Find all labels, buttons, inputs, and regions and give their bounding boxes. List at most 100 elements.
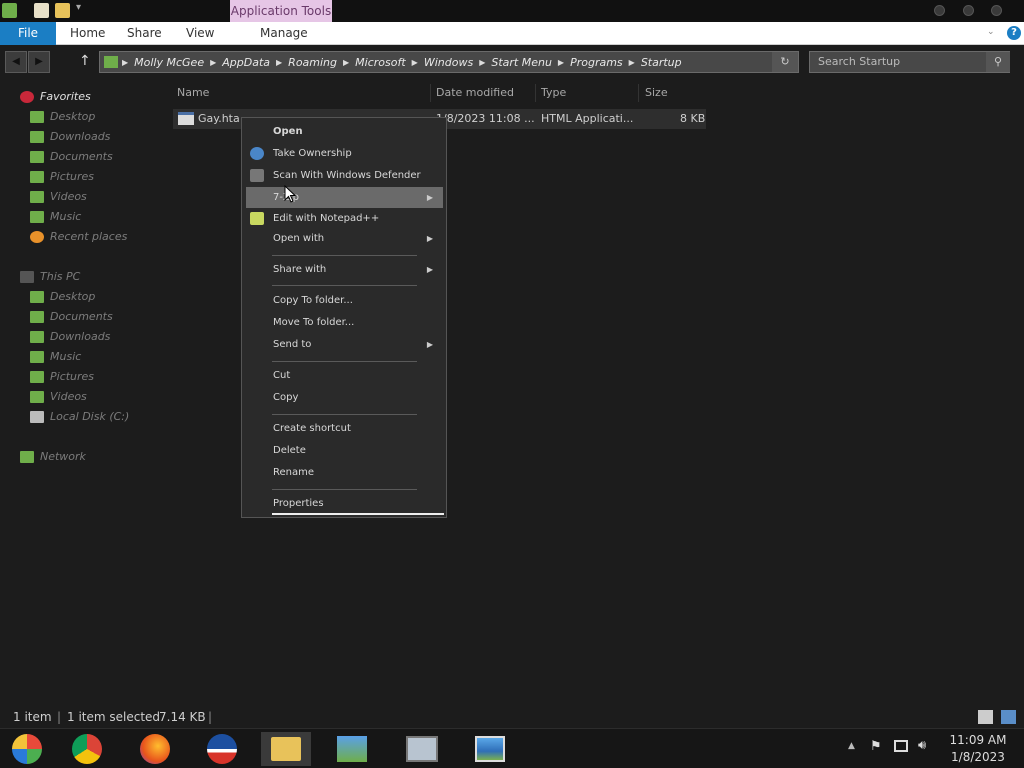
breadcrumb-item[interactable]: Start Menu bbox=[491, 56, 552, 69]
large-icons-view-icon[interactable] bbox=[1001, 710, 1016, 724]
people-icon bbox=[337, 736, 367, 762]
breadcrumb-separator: ▶ bbox=[557, 57, 565, 67]
expand-ribbon-icon[interactable]: ⌄ bbox=[987, 27, 995, 37]
downloads-icon bbox=[30, 131, 44, 143]
refresh-icon[interactable]: ↻ bbox=[772, 52, 798, 72]
recent-places-icon bbox=[30, 231, 44, 243]
status-size: 7.14 KB bbox=[159, 710, 206, 724]
details-view-icon[interactable] bbox=[978, 710, 993, 724]
system-clock[interactable]: 11:09 AM 1/8/2023 bbox=[942, 732, 1014, 766]
file-size: 8 KB bbox=[680, 112, 706, 125]
drive-icon bbox=[30, 411, 44, 423]
menu-item-create-shortcut[interactable]: Create shortcut bbox=[246, 418, 443, 439]
videos-icon bbox=[30, 391, 44, 403]
breadcrumb-item[interactable]: Windows bbox=[424, 56, 473, 69]
breadcrumb-separator: ▶ bbox=[210, 57, 217, 67]
status-item-count: 1 item bbox=[13, 710, 52, 724]
menu-item-share-with[interactable]: Share with ▶ bbox=[246, 259, 443, 280]
menu-item-rename[interactable]: Rename bbox=[246, 462, 443, 483]
menu-item-scan-defender[interactable]: Scan With Windows Defender bbox=[246, 165, 443, 186]
column-header-name[interactable]: Name bbox=[173, 84, 431, 102]
breadcrumb-item[interactable]: Programs bbox=[570, 56, 623, 69]
status-divider: | bbox=[208, 710, 213, 724]
taskbar-file-explorer[interactable] bbox=[261, 732, 311, 766]
properties-icon[interactable] bbox=[34, 3, 49, 18]
breadcrumb-item[interactable]: Roaming bbox=[288, 56, 337, 69]
breadcrumb-item[interactable]: Molly McGee bbox=[134, 56, 204, 69]
address-bar[interactable]: ▶ Molly McGee ▶ AppData ▶ Roaming ▶ Microso… bbox=[99, 51, 799, 73]
start-button[interactable] bbox=[2, 732, 52, 766]
breadcrumb-item[interactable]: Startup bbox=[641, 56, 682, 69]
column-header-size[interactable]: Size bbox=[641, 84, 706, 102]
tab-home[interactable]: Home bbox=[70, 22, 105, 45]
taskbar-chrome[interactable] bbox=[62, 732, 112, 766]
menu-item-delete[interactable]: Delete bbox=[246, 440, 443, 461]
forward-button[interactable]: ▶ bbox=[28, 51, 50, 73]
volume-icon[interactable]: 🔊︎ bbox=[918, 738, 926, 753]
menu-separator bbox=[272, 255, 417, 256]
title-bar: ▾ Application Tools bbox=[0, 0, 1024, 22]
menu-item-take-ownership[interactable]: Take Ownership bbox=[246, 143, 443, 164]
application-tools-tab: Application Tools bbox=[230, 0, 332, 22]
music-icon bbox=[30, 211, 44, 223]
submenu-arrow-icon: ▶ bbox=[426, 340, 433, 349]
show-hidden-icons-icon[interactable]: ▲ bbox=[848, 741, 855, 751]
menu-item-properties[interactable]: Properties bbox=[246, 493, 443, 514]
folder-icon bbox=[104, 56, 118, 68]
up-arrow-icon[interactable]: ↑ bbox=[79, 53, 91, 69]
tab-manage[interactable]: Manage bbox=[260, 22, 308, 45]
heart-icon bbox=[20, 91, 34, 103]
menu-item-move-to-folder[interactable]: Move To folder... bbox=[246, 312, 443, 333]
breadcrumb-item[interactable]: AppData bbox=[222, 56, 270, 69]
firefox-icon bbox=[140, 734, 170, 764]
obama-logo-icon bbox=[207, 734, 237, 764]
desktop-icon bbox=[30, 291, 44, 303]
search-input[interactable]: Search Startup ⚲ bbox=[809, 51, 1010, 73]
menu-item-open[interactable]: Open bbox=[246, 121, 443, 142]
breadcrumb-separator: ▶ bbox=[276, 57, 283, 67]
menu-separator bbox=[272, 361, 417, 362]
breadcrumb-separator: ▶ bbox=[122, 57, 129, 67]
action-center-flag-icon[interactable]: ⚑ bbox=[870, 739, 882, 754]
menu-item-cut[interactable]: Cut bbox=[246, 365, 443, 386]
context-menu: Open Take Ownership Scan With Windows De… bbox=[241, 117, 447, 518]
new-folder-icon[interactable] bbox=[55, 3, 70, 18]
taskbar-people-app[interactable] bbox=[327, 732, 377, 766]
menu-item-copy-to-folder[interactable]: Copy To folder... bbox=[246, 290, 443, 311]
search-icon[interactable]: ⚲ bbox=[986, 52, 1010, 72]
taskbar: ▲ ⚑ 🔊︎ bbox=[0, 728, 1024, 768]
maximize-button[interactable] bbox=[963, 5, 974, 16]
close-button[interactable] bbox=[991, 5, 1002, 16]
breadcrumb-item[interactable]: Microsoft bbox=[355, 56, 406, 69]
status-divider: | bbox=[57, 710, 62, 724]
tab-file[interactable]: File bbox=[0, 22, 56, 45]
tab-share[interactable]: Share bbox=[127, 22, 162, 45]
taskbar-photos-app[interactable] bbox=[465, 732, 515, 766]
network-icon bbox=[20, 451, 34, 463]
network-status-icon[interactable] bbox=[894, 740, 908, 752]
menu-item-copy[interactable]: Copy bbox=[246, 387, 443, 408]
taskbar-firefox[interactable] bbox=[130, 732, 180, 766]
gear-icon bbox=[250, 147, 264, 160]
menu-item-edit-notepad[interactable]: Edit with Notepad++ bbox=[246, 208, 443, 229]
taskbar-obama-logo[interactable] bbox=[197, 732, 247, 766]
monitor-icon bbox=[406, 736, 438, 762]
file-date: 1/8/2023 11:08 ... bbox=[436, 112, 535, 125]
back-button[interactable]: ◀ bbox=[5, 51, 27, 73]
taskbar-monitor-app[interactable] bbox=[397, 732, 447, 766]
tab-view[interactable]: View bbox=[186, 22, 214, 45]
status-selected: 1 item selected bbox=[67, 710, 161, 724]
explorer-icon[interactable] bbox=[2, 3, 17, 18]
start-orb-icon bbox=[12, 734, 42, 764]
quick-access-dropdown-icon[interactable]: ▾ bbox=[76, 2, 81, 13]
menu-item-7zip[interactable]: 7-Zip▶ bbox=[246, 187, 443, 208]
minimize-button[interactable] bbox=[934, 5, 945, 16]
column-header-type[interactable]: Type bbox=[537, 84, 639, 102]
menu-separator bbox=[272, 489, 417, 490]
menu-item-send-to[interactable]: Send to ▶ bbox=[246, 334, 443, 355]
column-header-date[interactable]: Date modified bbox=[432, 84, 536, 102]
menu-item-open-with[interactable]: Open with ▶ bbox=[246, 228, 443, 249]
menu-bottom-highlight bbox=[272, 513, 444, 515]
clock-time: 11:09 AM bbox=[949, 733, 1007, 747]
help-icon[interactable]: ? bbox=[1007, 26, 1021, 40]
